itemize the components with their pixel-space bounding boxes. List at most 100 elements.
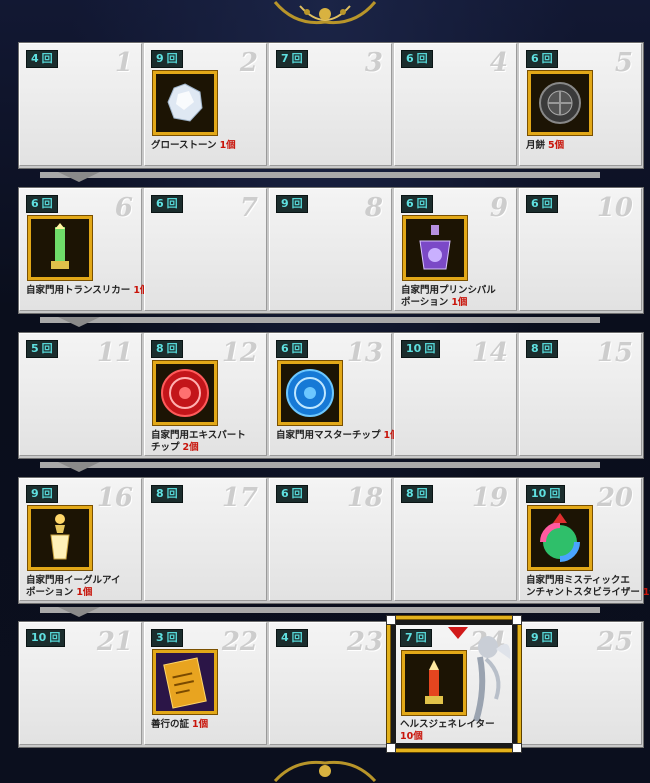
attendance-count: 8: [406, 487, 414, 500]
calendar-day-cell[interactable]: 9 回 25: [519, 622, 642, 745]
attendance-count-suffix: 回: [291, 487, 303, 500]
attendance-count: 6: [156, 197, 164, 210]
transleaker-icon[interactable]: [28, 216, 92, 280]
reward-item-name: ヘルスジェネレイター: [400, 719, 495, 731]
attendance-count: 9: [531, 631, 539, 644]
attendance-count-suffix: 回: [416, 197, 428, 210]
attendance-count-suffix: 回: [166, 631, 178, 644]
principal-potion-icon[interactable]: [403, 216, 467, 280]
ornament-bottom-icon: [273, 760, 377, 783]
reward-item-quantity: 1個: [451, 297, 468, 308]
calendar-week-row: 6 回 6 自家門用トランスリカー 1個 6 回 7 9 回 8 6 回 9 自家門用プリンシパル ポーション…: [18, 187, 644, 314]
attendance-count-suffix: 回: [424, 342, 436, 355]
attendance-count-badge: 9回: [276, 195, 308, 213]
day-number: 12: [221, 338, 258, 368]
calendar-day-cell[interactable]: 8 回 15: [519, 333, 642, 456]
eagle-eye-potion-icon[interactable]: [28, 506, 92, 570]
glow-stone-icon[interactable]: [153, 71, 217, 135]
calendar-day-cell[interactable]: 7回 3: [269, 43, 392, 166]
moon-cake-icon: [531, 74, 589, 132]
calendar-week-row: 10回213回22善行の証1個4回237回24ヘルスジェネレイター10個9回25: [18, 621, 644, 748]
row-continue-arrow-icon: [40, 462, 600, 472]
attendance-count-badge: 6回: [526, 195, 558, 213]
attendance-count-suffix: 回: [416, 487, 428, 500]
attendance-count-suffix: 回: [291, 631, 303, 644]
calendar-day-cell[interactable]: 6 回 9 自家門用プリンシパル ポーション 1個: [394, 188, 517, 311]
attendance-count: 6: [406, 197, 414, 210]
reward-item-quantity: 10個: [400, 731, 423, 742]
attendance-count: 10: [406, 342, 422, 355]
day-number: 1: [114, 48, 133, 78]
calendar-day-cell[interactable]: 10 回 21: [19, 622, 142, 745]
mystic-stabilizer-icon[interactable]: [528, 506, 592, 570]
day-number: 22: [221, 627, 258, 657]
moon-cake-icon[interactable]: [528, 71, 592, 135]
attendance-count: 6: [406, 52, 414, 65]
calendar-day-cell[interactable]: 6 回 18: [269, 478, 392, 601]
attendance-count-suffix: 回: [41, 342, 53, 355]
reward-item-name-text: グローストーン: [151, 140, 217, 151]
attendance-count: 9: [281, 197, 289, 210]
attendance-count-suffix: 回: [291, 342, 303, 355]
calendar-day-cell[interactable]: 9 回 16 自家門用イーグルアイ ポーション 1個: [19, 478, 142, 601]
expert-chip-icon[interactable]: [153, 361, 217, 425]
master-chip-icon[interactable]: [278, 361, 342, 425]
calendar-day-cell[interactable]: 9 回 2 グローストーン 1個: [144, 43, 267, 166]
reward-item-name: ンチャントスタビライザー1個: [526, 587, 650, 599]
attendance-count-badge: 8回: [526, 340, 558, 358]
attendance-count-badge: 9回: [26, 485, 58, 503]
attendance-count: 6: [281, 487, 289, 500]
calendar-day-cell[interactable]: 6 回 13 自家門用マスターチップ 1個: [269, 333, 400, 456]
reward-item-name-text: 自家門用イーグルアイ: [26, 575, 121, 586]
good-deed-proof-icon: [156, 653, 214, 711]
calendar-day-cell[interactable]: 8 回 19: [394, 478, 517, 601]
day-number: 2: [239, 48, 258, 78]
reward-item-quantity: 1個: [219, 140, 236, 151]
attendance-count-badge: 8回: [151, 485, 183, 503]
day-number: 9: [489, 193, 508, 223]
calendar-day-cell[interactable]: 8 回 12 自家門用エキスパート チップ 2個: [144, 333, 267, 456]
eagle-eye-potion-icon: [31, 509, 89, 567]
calendar-day-cell[interactable]: 3 回 22 善行の証 1個: [144, 622, 267, 745]
calendar-day-cell[interactable]: 6 回 6 自家門用トランスリカー 1個: [19, 188, 149, 311]
attendance-count-suffix: 回: [416, 52, 428, 65]
attendance-count-badge: 7回: [400, 629, 432, 647]
day-number: 15: [596, 338, 633, 368]
calendar-day-cell[interactable]: 6 回 5 月餅 5個: [519, 43, 642, 166]
current-day-highlight[interactable]: 7回24ヘルスジェネレイター10個: [386, 615, 522, 753]
reward-item-name-text: 自家門用エキスパート: [151, 430, 246, 441]
calendar-day-cell[interactable]: 6回 4: [394, 43, 517, 166]
calendar-week-row: 9 回 16 自家門用イーグルアイ ポーション 1個 8 回 17 6 回 18 8 回 19 10 回 20 自家…: [18, 477, 650, 604]
reward-item-quantity: 1個: [76, 587, 93, 598]
reward-item-name-text: 善行の証: [151, 719, 190, 730]
reward-item-name: 自家門用トランスリカー 1個: [26, 285, 149, 297]
reward-item-name-text: 自家門用トランスリカー: [26, 285, 131, 296]
calendar-day-cell[interactable]: 5 回 11: [19, 333, 142, 456]
attendance-count: 6: [31, 197, 39, 210]
calendar-day-cell[interactable]: 10 回 14: [394, 333, 517, 456]
reward-item-name: 月餅 5個: [526, 140, 564, 152]
good-deed-proof-icon[interactable]: [153, 650, 217, 714]
calendar-day-cell[interactable]: 4回 1: [19, 43, 142, 166]
calendar-day-cell[interactable]: 4 回 23: [269, 622, 392, 745]
day-number: 25: [596, 627, 633, 657]
calendar-day-cell[interactable]: 6 回 10: [519, 188, 642, 311]
calendar-day-cell[interactable]: 6回 7: [144, 188, 267, 311]
calendar-day-cell[interactable]: 9回 8: [269, 188, 392, 311]
row-continue-arrow-icon: [40, 172, 600, 182]
reward-item-name: 自家門用マスターチップ 1個: [276, 430, 400, 442]
day-number: 20: [596, 483, 633, 513]
day-number: 6: [114, 193, 133, 223]
day-number: 13: [346, 338, 383, 368]
attendance-count: 10: [531, 487, 547, 500]
attendance-count-suffix: 回: [291, 52, 303, 65]
reward-item-quantity: 2個: [182, 442, 199, 453]
health-generator-icon[interactable]: [402, 651, 466, 715]
calendar-day-cell[interactable]: 10回 20 自家門用ミスティックエンチャントスタビライザー1個: [519, 478, 650, 601]
frame-corner-icon: [386, 615, 396, 625]
attendance-count-badge: 7回: [276, 50, 308, 68]
calendar-day-cell[interactable]: 8 回 17: [144, 478, 267, 601]
attendance-count-suffix: 回: [166, 52, 178, 65]
reward-item-quantity: 1個: [642, 587, 650, 598]
attendance-count-badge: 6回: [401, 195, 433, 213]
